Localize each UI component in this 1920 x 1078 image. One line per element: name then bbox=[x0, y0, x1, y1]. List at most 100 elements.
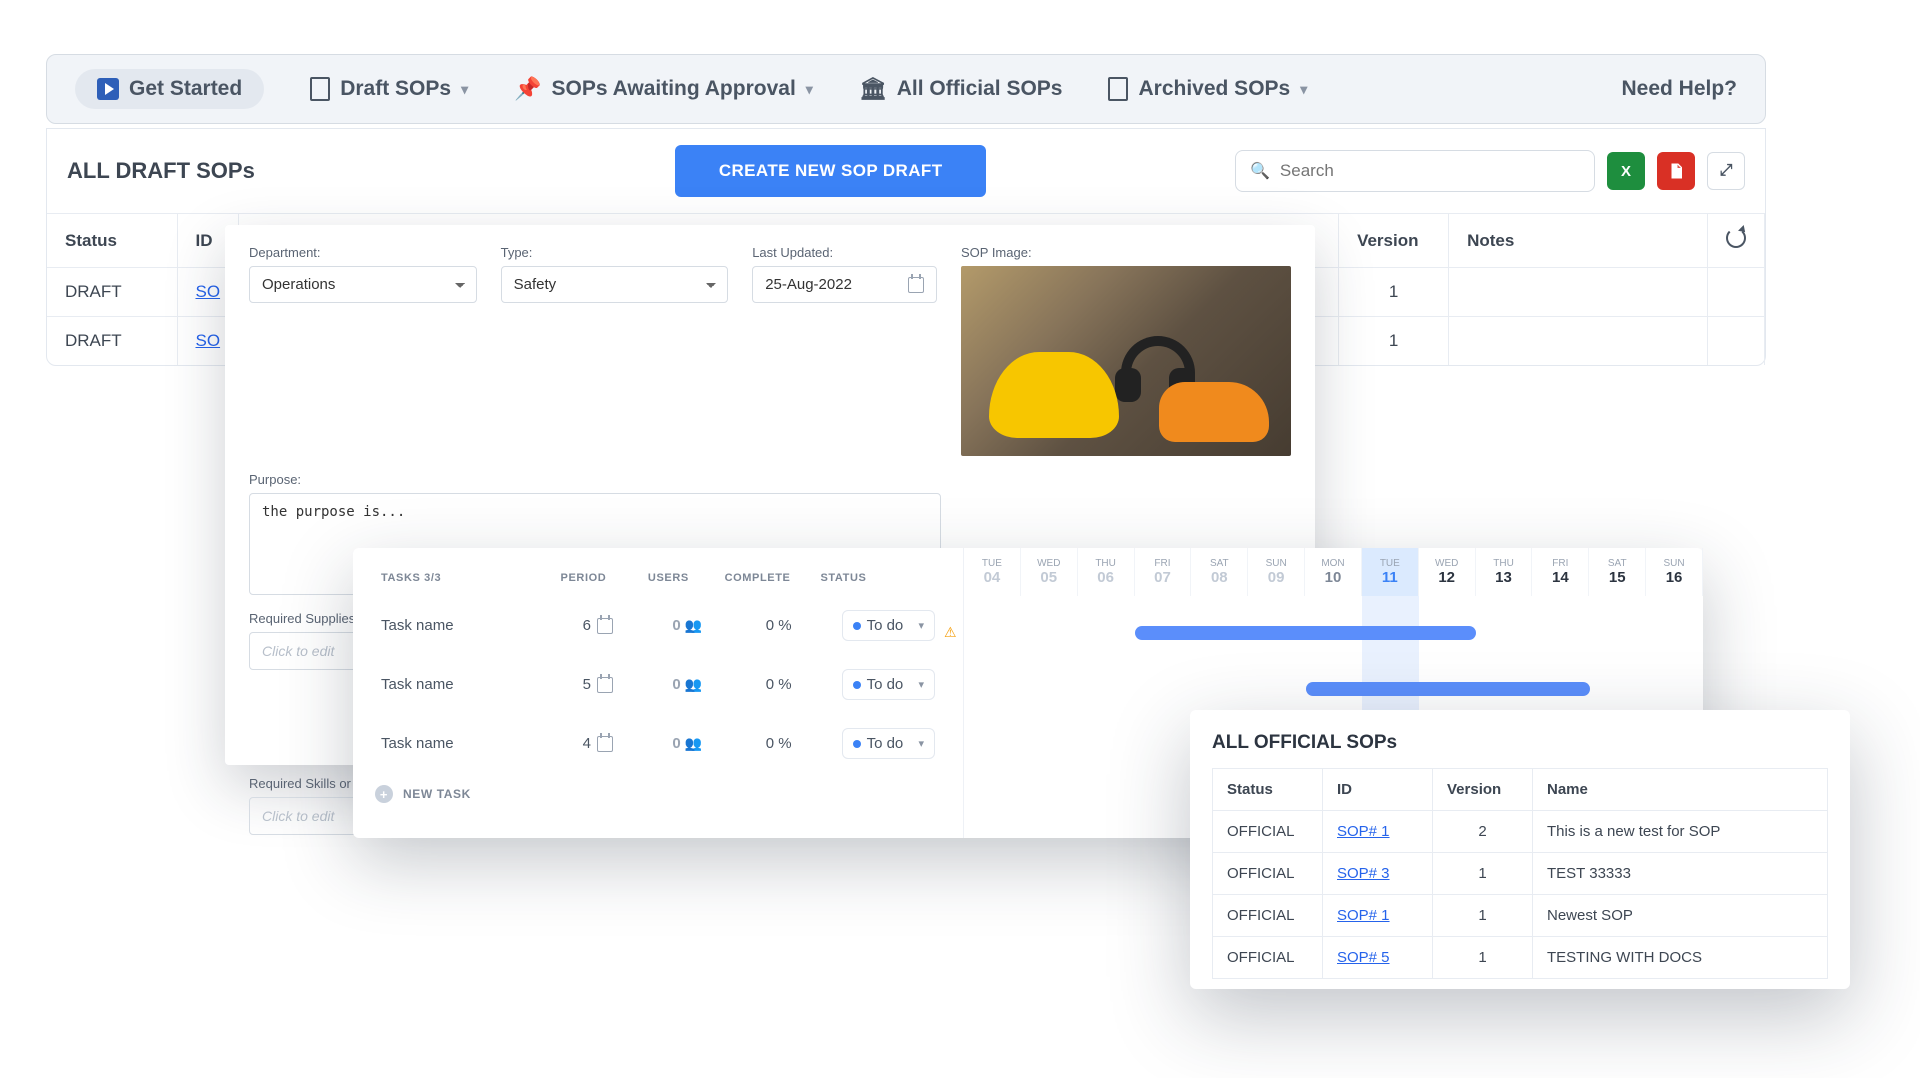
timeline-day[interactable]: Tue04 bbox=[964, 548, 1021, 596]
type-select[interactable]: Safety bbox=[501, 266, 729, 303]
cell-status: DRAFT bbox=[47, 317, 177, 366]
search-input[interactable] bbox=[1280, 161, 1580, 181]
gantt-bar[interactable] bbox=[1135, 626, 1477, 640]
day-of-week: Fri bbox=[1135, 558, 1191, 569]
chevron-down-icon: ▾ bbox=[1300, 81, 1307, 98]
chevron-down-icon: ▾ bbox=[461, 81, 468, 98]
status-dot-icon bbox=[853, 740, 861, 748]
nav-draft-sops[interactable]: Draft SOPs ▾ bbox=[310, 77, 468, 101]
sop-link[interactable]: SOP# 3 bbox=[1337, 865, 1390, 882]
day-of-week: Fri bbox=[1532, 558, 1588, 569]
timeline-day[interactable]: Fri07 bbox=[1135, 548, 1192, 596]
last-updated-value: 25-Aug-2022 bbox=[765, 276, 852, 293]
sop-link[interactable]: SOP# 5 bbox=[1337, 949, 1390, 966]
day-number: 07 bbox=[1135, 569, 1191, 586]
table-row: OFFICIALSOP# 11Newest SOP bbox=[1213, 895, 1828, 937]
timeline-day[interactable]: Thu06 bbox=[1078, 548, 1135, 596]
cell-status: DRAFT bbox=[47, 268, 177, 317]
col-version: Version bbox=[1433, 769, 1533, 811]
day-of-week: Mon bbox=[1305, 558, 1361, 569]
sop-link[interactable]: SOP# 1 bbox=[1337, 907, 1390, 924]
nav-official-sops[interactable]: 🏛 All Official SOPs bbox=[859, 76, 1063, 102]
sop-image[interactable] bbox=[961, 266, 1291, 456]
col-id: ID bbox=[1323, 769, 1433, 811]
task-status-select[interactable]: To do▾ bbox=[842, 728, 935, 759]
task-users: 0👥 bbox=[659, 676, 716, 693]
nav-awaiting-approval[interactable]: 📌 SOPs Awaiting Approval ▾ bbox=[514, 76, 813, 102]
day-of-week: Sun bbox=[1248, 558, 1304, 569]
col-notes: Notes bbox=[1449, 214, 1708, 268]
timeline-day[interactable]: Wed12 bbox=[1419, 548, 1476, 596]
col-status: Status bbox=[47, 214, 177, 268]
new-task-button[interactable]: + NEW TASK bbox=[375, 785, 941, 803]
day-number: 08 bbox=[1191, 569, 1247, 586]
timeline-day[interactable]: Fri14 bbox=[1532, 548, 1589, 596]
task-users: 0👥 bbox=[659, 617, 716, 634]
users-icon: 👥 bbox=[685, 617, 702, 634]
create-sop-draft-button[interactable]: CREATE NEW SOP DRAFT bbox=[675, 145, 987, 197]
task-status-select[interactable]: To do▾ bbox=[842, 610, 935, 641]
cell-name: TEST 33333 bbox=[1533, 853, 1828, 895]
last-updated-field[interactable]: 25-Aug-2022 bbox=[752, 266, 937, 303]
expand-button[interactable]: ⤢ bbox=[1707, 152, 1745, 190]
timeline-day[interactable]: Tue11 bbox=[1362, 548, 1419, 596]
day-of-week: Tue bbox=[1362, 558, 1418, 569]
status-dot-icon bbox=[853, 622, 861, 630]
task-status-select[interactable]: To do▾ bbox=[842, 669, 935, 700]
play-icon bbox=[97, 78, 119, 100]
timeline-day[interactable]: Sat15 bbox=[1589, 548, 1646, 596]
gantt-bar[interactable] bbox=[1306, 682, 1591, 696]
sop-link[interactable]: SO bbox=[196, 282, 221, 301]
panel-title: ALL DRAFT SOPs bbox=[67, 158, 255, 184]
nav-get-started[interactable]: Get Started bbox=[75, 69, 264, 109]
task-period: 6 bbox=[567, 617, 629, 634]
cell-status: OFFICIAL bbox=[1213, 937, 1323, 979]
status-dot-icon bbox=[853, 681, 861, 689]
official-title: ALL OFFICIAL SOPs bbox=[1212, 732, 1828, 754]
museum-icon: 🏛 bbox=[859, 76, 887, 102]
panel-actions: 🔍 X ⤢ bbox=[1235, 150, 1745, 192]
task-row[interactable]: Task name 5 0👥 0 % To do▾ bbox=[375, 655, 941, 714]
day-of-week: Thu bbox=[1476, 558, 1532, 569]
sop-link[interactable]: SO bbox=[196, 331, 221, 350]
day-of-week: Wed bbox=[1021, 558, 1077, 569]
task-row[interactable]: Task name 6 0👥 0 % To do▾ bbox=[375, 596, 941, 655]
plus-circle-icon: + bbox=[375, 785, 393, 803]
task-name: Task name bbox=[381, 676, 537, 693]
export-excel-button[interactable]: X bbox=[1607, 152, 1645, 190]
cell-empty bbox=[1708, 268, 1765, 317]
cell-status: OFFICIAL bbox=[1213, 895, 1323, 937]
cell-version: 1 bbox=[1433, 853, 1533, 895]
new-task-label: NEW TASK bbox=[403, 787, 471, 801]
timeline-day[interactable]: Sun16 bbox=[1646, 548, 1703, 596]
chevron-down-icon: ▾ bbox=[918, 678, 924, 691]
official-sops-card: ALL OFFICIAL SOPs Status ID Version Name… bbox=[1190, 710, 1850, 989]
task-row[interactable]: Task name 4 0👥 0 % To do▾ bbox=[375, 714, 941, 773]
timeline-day[interactable]: Sun09 bbox=[1248, 548, 1305, 596]
tasks-header: TASKS 3/3 PERIOD USERS COMPLETE STATUS bbox=[375, 564, 941, 596]
search-box[interactable]: 🔍 bbox=[1235, 150, 1595, 192]
help-link[interactable]: Need Help? bbox=[1621, 77, 1737, 101]
type-label: Type: bbox=[501, 245, 729, 260]
calendar-icon bbox=[597, 736, 613, 752]
cell-version: 2 bbox=[1433, 811, 1533, 853]
task-period: 4 bbox=[567, 735, 629, 752]
day-of-week: Tue bbox=[964, 558, 1020, 569]
timeline-day[interactable]: Mon10 bbox=[1305, 548, 1362, 596]
nav-archived-sops[interactable]: Archived SOPs ▾ bbox=[1108, 77, 1307, 101]
calendar-icon bbox=[908, 277, 924, 293]
export-pdf-button[interactable] bbox=[1657, 152, 1695, 190]
cell-version: 1 bbox=[1339, 317, 1449, 366]
cell-name: This is a new test for SOP bbox=[1533, 811, 1828, 853]
col-period: PERIOD bbox=[555, 572, 612, 584]
day-of-week: Thu bbox=[1078, 558, 1134, 569]
timeline-day[interactable]: Thu13 bbox=[1476, 548, 1533, 596]
timeline-day[interactable]: Wed05 bbox=[1021, 548, 1078, 596]
sop-link[interactable]: SOP# 1 bbox=[1337, 823, 1390, 840]
cell-id: SOP# 1 bbox=[1323, 895, 1433, 937]
timeline-day[interactable]: Sat08 bbox=[1191, 548, 1248, 596]
department-select[interactable]: Operations bbox=[249, 266, 477, 303]
refresh-icon[interactable] bbox=[1726, 228, 1746, 248]
purpose-label: Purpose: bbox=[249, 472, 941, 487]
day-number: 04 bbox=[964, 569, 1020, 586]
